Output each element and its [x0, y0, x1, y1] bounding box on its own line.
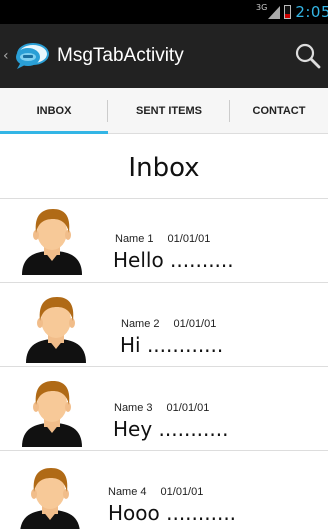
status-clock: 2:05 [295, 3, 328, 21]
signal-icon [268, 5, 281, 19]
message-list-item[interactable]: Name 1 01/01/01 Hello .......... [0, 198, 328, 282]
chat-bubbles-icon[interactable] [13, 42, 49, 70]
message-preview: Hooo ........... [108, 501, 237, 525]
sender-name: Name 4 [108, 486, 147, 498]
message-preview: Hey ........... [113, 417, 229, 441]
avatar-icon [24, 293, 88, 363]
message-meta: Name 2 01/01/01 [121, 318, 216, 330]
page-title: Inbox [128, 153, 200, 183]
sender-name: Name 1 [115, 233, 154, 245]
status-bar: 3G 2:05 [0, 0, 328, 24]
message-list-item[interactable]: Name 3 01/01/01 Hey ........... [0, 366, 328, 450]
message-list-item[interactable]: Name 2 01/01/01 Hi ............ [0, 282, 328, 366]
up-caret-icon[interactable]: ‹ [3, 48, 11, 64]
message-list-item[interactable]: Name 4 01/01/01 Hooo ........... [0, 450, 328, 529]
sender-name: Name 2 [121, 318, 160, 330]
message-date: 01/01/01 [173, 318, 217, 330]
tab-contact-label: CONTACT [252, 104, 306, 117]
tab-inbox-label: INBOX [36, 104, 72, 117]
avatar-icon [18, 464, 82, 529]
tab-sent-items-label: SENT ITEMS [135, 104, 202, 117]
search-icon[interactable] [292, 40, 324, 72]
message-meta: Name 1 01/01/01 [115, 233, 210, 245]
message-list: Name 1 01/01/01 Hello .......... Name 2 01… [0, 198, 328, 529]
tab-inbox[interactable]: INBOX [0, 88, 108, 134]
message-date: 01/01/01 [166, 402, 210, 414]
tab-sent-items[interactable]: SENT ITEMS [108, 88, 230, 133]
sender-name: Name 3 [114, 402, 153, 414]
status-icons: 3G 2:05 [256, 2, 328, 22]
tab-contact[interactable]: CONTACT [230, 88, 328, 133]
inbox-content: Inbox Name 1 01/01/01 Hello .......... N… [0, 135, 328, 529]
network-type-label: 3G [256, 2, 268, 12]
battery-icon [284, 5, 292, 19]
message-preview: Hello .......... [113, 248, 234, 272]
app-title: MsgTabActivity [57, 45, 184, 66]
avatar-icon [20, 205, 84, 275]
avatar-icon [20, 377, 84, 447]
tab-bar: INBOX SENT ITEMS CONTACT [0, 88, 328, 134]
action-bar: ‹ MsgTabActivity [0, 24, 328, 88]
tab-selected-indicator [0, 131, 108, 134]
message-meta: Name 4 01/01/01 [108, 486, 203, 498]
message-preview: Hi ............ [120, 333, 224, 357]
message-date: 01/01/01 [167, 233, 211, 245]
message-meta: Name 3 01/01/01 [114, 402, 209, 414]
message-date: 01/01/01 [160, 486, 204, 498]
